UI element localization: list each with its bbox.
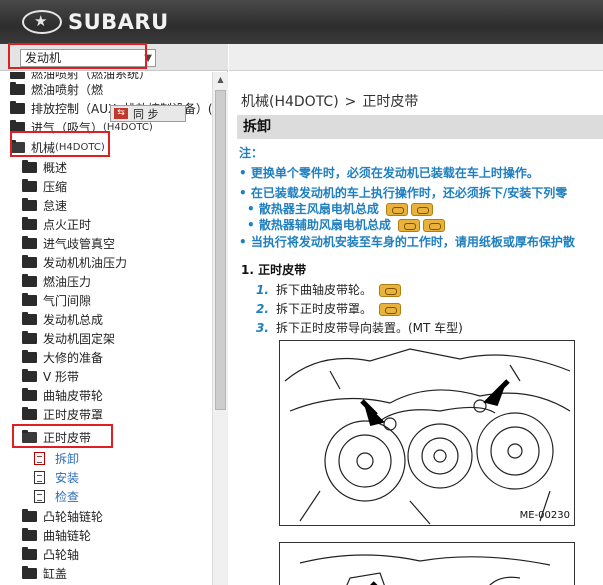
sync-button[interactable]: ⇆ 同 步 <box>110 105 186 122</box>
tree-item[interactable]: 发动机总成 <box>22 310 212 329</box>
breadcrumb-parent[interactable]: 机械(H4DOTC) <box>241 94 339 110</box>
folder-icon <box>22 179 37 192</box>
highlight-system-select <box>8 43 147 69</box>
tree-item[interactable]: 曲轴链轮 <box>22 526 212 545</box>
tree-item[interactable]: 正时皮带罩 <box>22 405 212 424</box>
tree-item-inspect[interactable]: 检查 <box>34 487 212 506</box>
folder-icon <box>10 101 25 114</box>
tree-item-install[interactable]: 安装 <box>34 468 212 487</box>
header-bar: SUBARU <box>0 0 603 44</box>
app-window: SUBARU 发动机 ▼ 燃油喷射（燃油系统） 燃油喷射（燃 排放控制（AUX.… <box>0 0 603 585</box>
figure-label: ME-00230 <box>519 510 570 521</box>
breadcrumb: 机械(H4DOTC) > 正时皮带 <box>241 91 418 111</box>
document-icon <box>34 490 45 503</box>
reference-link-icon[interactable] <box>378 284 401 297</box>
note-line-with-link: • 散热器主风扇电机总成 <box>247 200 434 217</box>
note-line: • 更换单个零件时，必须在发动机已装载在车上时操作。 <box>239 166 539 180</box>
tree-item[interactable]: 怠速 <box>22 196 212 215</box>
subaru-logo: SUBARU <box>22 9 169 35</box>
brand-name: SUBARU <box>68 10 169 34</box>
engine-timing-belt-figure: ME-00230 <box>279 340 575 526</box>
tree-item[interactable]: 点火正时 <box>22 215 212 234</box>
tree-item[interactable]: 进气歧管真空 <box>22 234 212 253</box>
tree-item[interactable]: 发动机机油压力 <box>22 253 212 272</box>
sync-icon: ⇆ <box>114 108 128 119</box>
folder-icon <box>22 547 37 560</box>
reference-link-icon[interactable] <box>398 219 421 232</box>
step-item: 2. 拆下正时皮带罩。 <box>256 300 401 317</box>
engine-figure-2 <box>279 542 575 585</box>
folder-icon <box>22 198 37 211</box>
reference-link-icon[interactable] <box>411 203 434 216</box>
note-line: • 当执行将发动机安装至车身的工作时，请用纸板或厚布保护散 <box>239 235 575 249</box>
tree-item[interactable]: V 形带 <box>22 367 212 386</box>
tree-item[interactable]: 曲轴皮带轮 <box>22 386 212 405</box>
step-heading: 1. 正时皮带 <box>241 263 307 277</box>
content-toolbar <box>229 44 603 71</box>
folder-icon <box>22 407 37 420</box>
breadcrumb-current: 正时皮带 <box>362 94 419 110</box>
folder-icon <box>22 255 37 268</box>
document-icon <box>34 452 45 465</box>
subaru-star-icon <box>22 10 62 34</box>
folder-icon <box>22 350 37 363</box>
folder-icon <box>22 312 37 325</box>
note-line-with-link: • 散热器辅助风扇电机总成 <box>247 216 446 233</box>
tree-item[interactable]: 燃油喷射（燃 <box>10 80 212 99</box>
navigation-pane: 发动机 ▼ 燃油喷射（燃油系统） 燃油喷射（燃 排放控制（AUX. 排放控制设备… <box>0 44 228 585</box>
scroll-up-icon[interactable]: ▲ <box>213 72 228 87</box>
reference-link-icon[interactable] <box>386 203 409 216</box>
breadcrumb-separator: > <box>344 94 357 110</box>
highlight-tree-mechanical <box>10 131 110 157</box>
highlight-tree-timing-belt <box>12 424 113 448</box>
tree-item[interactable]: 凸轮轴链轮 <box>22 507 212 526</box>
folder-icon <box>22 528 37 541</box>
folder-icon <box>22 274 37 287</box>
note-label: 注： <box>239 146 264 160</box>
timing-belt-illustration <box>284 348 571 525</box>
scroll-thumb[interactable] <box>215 90 226 410</box>
tree-item[interactable]: 大修的准备 <box>22 348 212 367</box>
section-title: 拆卸 <box>237 115 603 139</box>
tree-item[interactable]: 压缩 <box>22 177 212 196</box>
reference-link-icon[interactable] <box>378 303 401 316</box>
folder-icon <box>22 369 37 382</box>
folder-icon <box>22 331 37 344</box>
tree-item[interactable]: 燃油压力 <box>22 272 212 291</box>
tree-item[interactable]: 发动机固定架 <box>22 329 212 348</box>
reference-link-icon[interactable] <box>423 219 446 232</box>
tree-item-removal[interactable]: 拆卸 <box>34 449 212 468</box>
folder-icon <box>22 217 37 230</box>
tree-item[interactable]: 概述 <box>22 158 212 177</box>
folder-icon <box>22 293 37 306</box>
folder-icon <box>10 72 25 79</box>
document-icon <box>34 471 45 484</box>
tree-scrollbar[interactable]: ▲ <box>212 72 228 585</box>
step-item: 1. 拆下曲轴皮带轮。 <box>256 281 401 298</box>
content-pane: 机械(H4DOTC) > 正时皮带 拆卸 注： • 更换单个零件时，必须在发动机已装… <box>229 44 603 585</box>
step-item: 3. 拆下正时皮带导向装置。(MT 车型) <box>256 321 463 335</box>
folder-icon <box>10 82 25 95</box>
engine-illustration <box>299 554 551 585</box>
folder-icon <box>22 566 37 579</box>
tree-item[interactable]: 缸盖 <box>22 564 212 583</box>
note-line: • 在已装载发动机的车上执行操作时，还必须拆下/安装下列零 <box>239 186 568 200</box>
folder-icon <box>22 236 37 249</box>
folder-icon <box>22 388 37 401</box>
folder-icon <box>22 509 37 522</box>
tree-item[interactable]: 凸轮轴 <box>22 545 212 564</box>
folder-icon <box>22 160 37 173</box>
tree-item[interactable]: 气门间隙 <box>22 291 212 310</box>
